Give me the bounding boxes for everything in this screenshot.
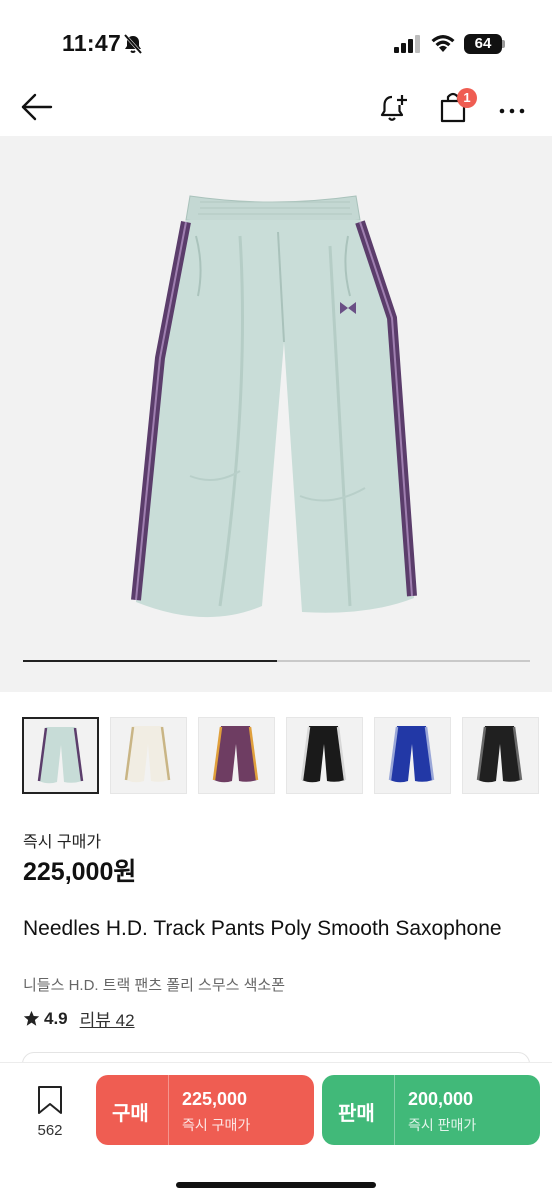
buy-label: 구매 (112, 1103, 149, 1125)
rating-value: 4.9 (44, 1008, 68, 1028)
arrow-left-icon (21, 93, 53, 121)
color-variant-thumbnails (22, 717, 552, 795)
battery-level: 64 (464, 34, 502, 54)
cart-button[interactable]: 1 (438, 88, 477, 129)
back-button[interactable] (20, 92, 54, 127)
battery-cap (502, 40, 505, 48)
more-horizontal-icon (499, 108, 525, 114)
wifi-icon (431, 35, 455, 52)
instant-buy-price: 225,000원 (23, 858, 137, 886)
product-photo-track-pants (131, 195, 417, 618)
home-indicator (176, 1182, 376, 1188)
thumbnail-pants-image (300, 726, 347, 783)
buy-button[interactable]: 구매 225,000 즉시 구매가 (96, 1075, 314, 1145)
wishlist-count: 562 (37, 1122, 63, 1139)
status-bar: 11:47 64 (0, 0, 552, 80)
cellular-signal-icon (394, 35, 420, 53)
bottom-action-bar: 562 구매 225,000 즉시 구매가 판매 200,000 즉시 판매가 (0, 1062, 552, 1200)
thumbnail-black-2[interactable] (462, 717, 539, 794)
product-title: Needles H.D. Track Pants Poly Smooth Sax… (23, 917, 502, 940)
status-time: 11:47 (62, 30, 122, 56)
sell-label: 판매 (338, 1103, 375, 1125)
product-subtitle: 니들스 H.D. 트랙 팬츠 폴리 스무스 색소폰 (23, 977, 286, 994)
thumbnail-pants-image (476, 726, 523, 783)
sell-sub-label: 즉시 판매가 (408, 1117, 477, 1133)
carousel-progress-indicator (23, 660, 277, 662)
sell-price: 200,000 (408, 1089, 474, 1109)
buy-price: 225,000 (182, 1089, 248, 1109)
price-alert-button[interactable] (378, 92, 410, 129)
carousel-progress-track (23, 660, 530, 662)
reviews-link[interactable]: 리뷰 42 (80, 1006, 135, 1031)
thumbnail-royal-blue[interactable] (374, 717, 451, 794)
thumbnail-black[interactable] (286, 717, 363, 794)
wishlist-button[interactable]: 562 (30, 1085, 70, 1139)
bookmark-icon (38, 1086, 62, 1114)
thumbnail-pants-image (212, 726, 259, 783)
price-label: 즉시 구매가 (23, 834, 102, 851)
thumbnail-mint[interactable] (22, 717, 99, 794)
sell-divider (394, 1075, 395, 1145)
thumbnail-purple[interactable] (198, 717, 275, 794)
sell-button[interactable]: 판매 200,000 즉시 판매가 (322, 1075, 540, 1145)
cart-count-badge: 1 (457, 88, 477, 108)
thumbnail-pants-image (388, 726, 435, 783)
bell-plus-icon (380, 95, 407, 121)
buy-sub-label: 즉시 구매가 (182, 1117, 251, 1133)
top-nav: 1 (0, 80, 552, 136)
bell-off-icon (123, 34, 143, 54)
buy-divider (168, 1075, 169, 1145)
thumbnail-ivory[interactable] (110, 717, 187, 794)
thumbnail-pants-image (124, 726, 171, 783)
product-image-carousel[interactable] (0, 136, 552, 692)
rating-row: 4.9 리뷰 42 (23, 1006, 135, 1031)
star-icon (23, 1010, 40, 1026)
thumbnail-pants-image (37, 727, 84, 784)
more-options-button[interactable] (498, 102, 526, 120)
